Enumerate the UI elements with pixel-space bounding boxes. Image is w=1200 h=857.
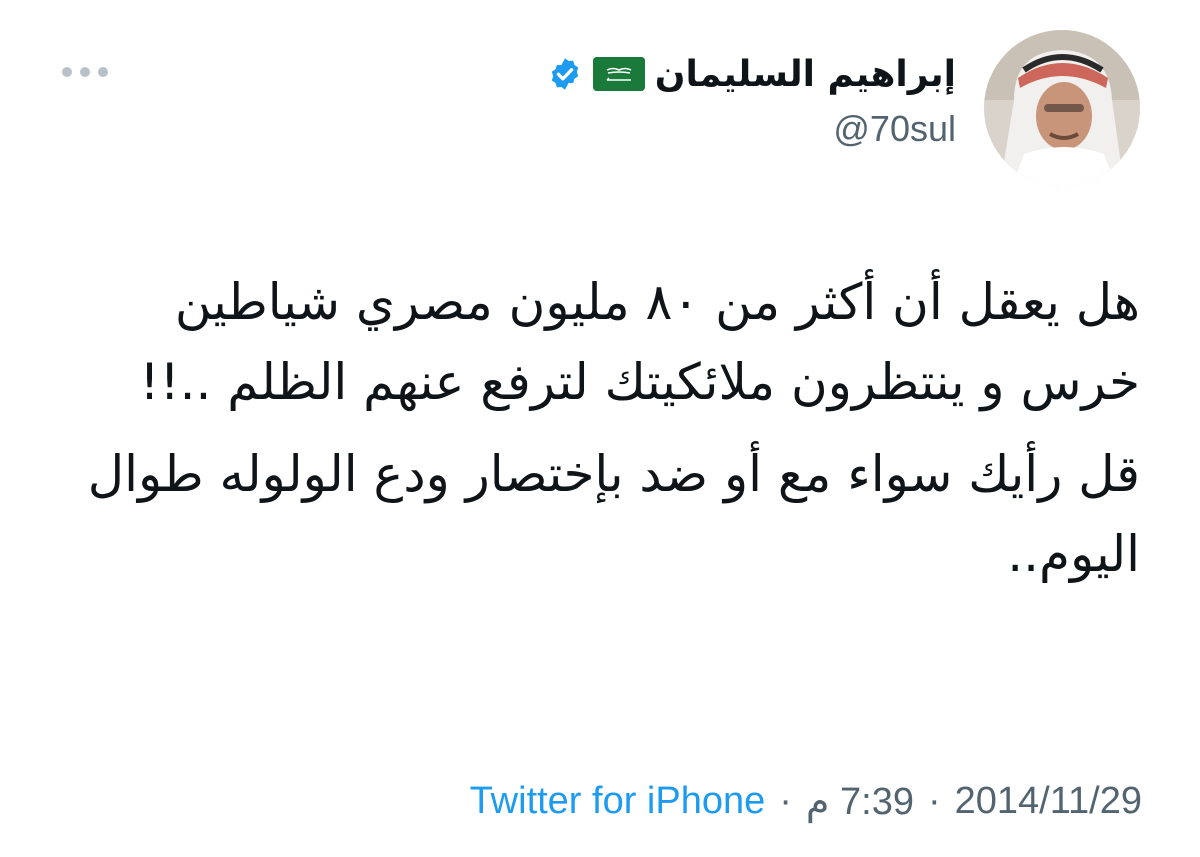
more-dot: [62, 67, 72, 77]
tweet-paragraph: قل رأيك سواء مع أو ضد بإختصار ودع الولول…: [87, 445, 1140, 583]
verified-badge-icon: [547, 56, 583, 92]
tweet-card: إبراهيم السليمان @70sul هل يعقل أن أكثر …: [0, 0, 1200, 857]
meta-separator: ·: [779, 779, 792, 822]
more-dot: [98, 67, 108, 77]
avatar[interactable]: [984, 30, 1140, 186]
more-dot: [80, 67, 90, 77]
tweet-paragraph: هل يعقل أن أكثر من ٨٠ مليون مصري شياطين …: [139, 273, 1140, 411]
tweet-source-link[interactable]: Twitter for iPhone: [470, 780, 766, 823]
more-options-button[interactable]: [62, 64, 108, 80]
author-display-name[interactable]: إبراهيم السليمان: [655, 54, 956, 95]
tweet-text: هل يعقل أن أكثر من ٨٠ مليون مصري شياطين …: [50, 262, 1140, 594]
saudi-arabia-flag-icon: [592, 57, 645, 91]
meta-separator: ·: [927, 779, 941, 822]
author-handle[interactable]: @70sul: [833, 108, 956, 150]
avatar-image: [984, 30, 1140, 186]
author-name-row[interactable]: إبراهيم السليمان: [547, 52, 956, 96]
tweet-time[interactable]: 7:39 م: [806, 779, 914, 824]
tweet-date[interactable]: 2014/11/29: [955, 780, 1142, 823]
tweet-meta: 2014/11/29 · 7:39 م · Twitter for iPhone: [470, 776, 1142, 826]
